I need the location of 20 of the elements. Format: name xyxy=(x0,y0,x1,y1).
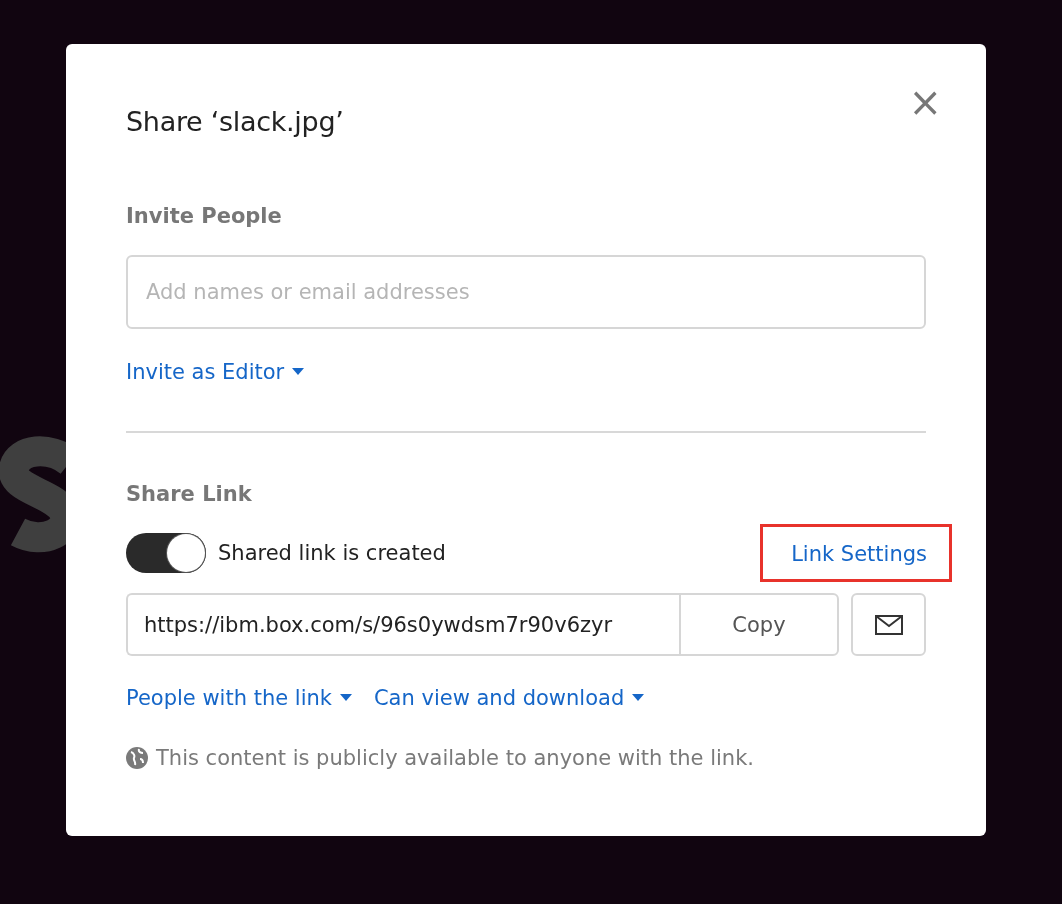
toggle-label: Shared link is created xyxy=(218,541,446,565)
permission-dropdown[interactable]: People with the link xyxy=(126,686,352,710)
public-notice: This content is publicly available to anyone with the link. xyxy=(156,746,754,770)
email-button[interactable] xyxy=(851,593,926,656)
invite-role-link[interactable]: Invite as Editor xyxy=(126,360,305,384)
close-button[interactable]: × xyxy=(908,82,942,122)
dialog-title: Share ‘slack.jpg’ xyxy=(126,106,344,137)
envelope-icon xyxy=(874,614,903,635)
caret-icon xyxy=(292,368,305,376)
link-toggle[interactable] xyxy=(126,533,206,573)
copy-button[interactable]: Copy xyxy=(679,593,839,656)
url-field[interactable]: https://ibm.box.com/s/96s0ywdsm7r90v6zyr xyxy=(126,593,679,656)
caret-icon xyxy=(632,694,645,702)
globe-icon xyxy=(126,747,148,769)
share-link-heading: Share Link xyxy=(126,482,253,506)
permission-dropdown[interactable]: Can view and download xyxy=(373,686,645,710)
link-settings-link[interactable]: Link Settings xyxy=(760,524,952,582)
invite-heading: Invite People xyxy=(126,204,283,228)
caret-icon xyxy=(339,694,352,702)
invite-field[interactable]: Add names or email addresses xyxy=(126,255,926,329)
